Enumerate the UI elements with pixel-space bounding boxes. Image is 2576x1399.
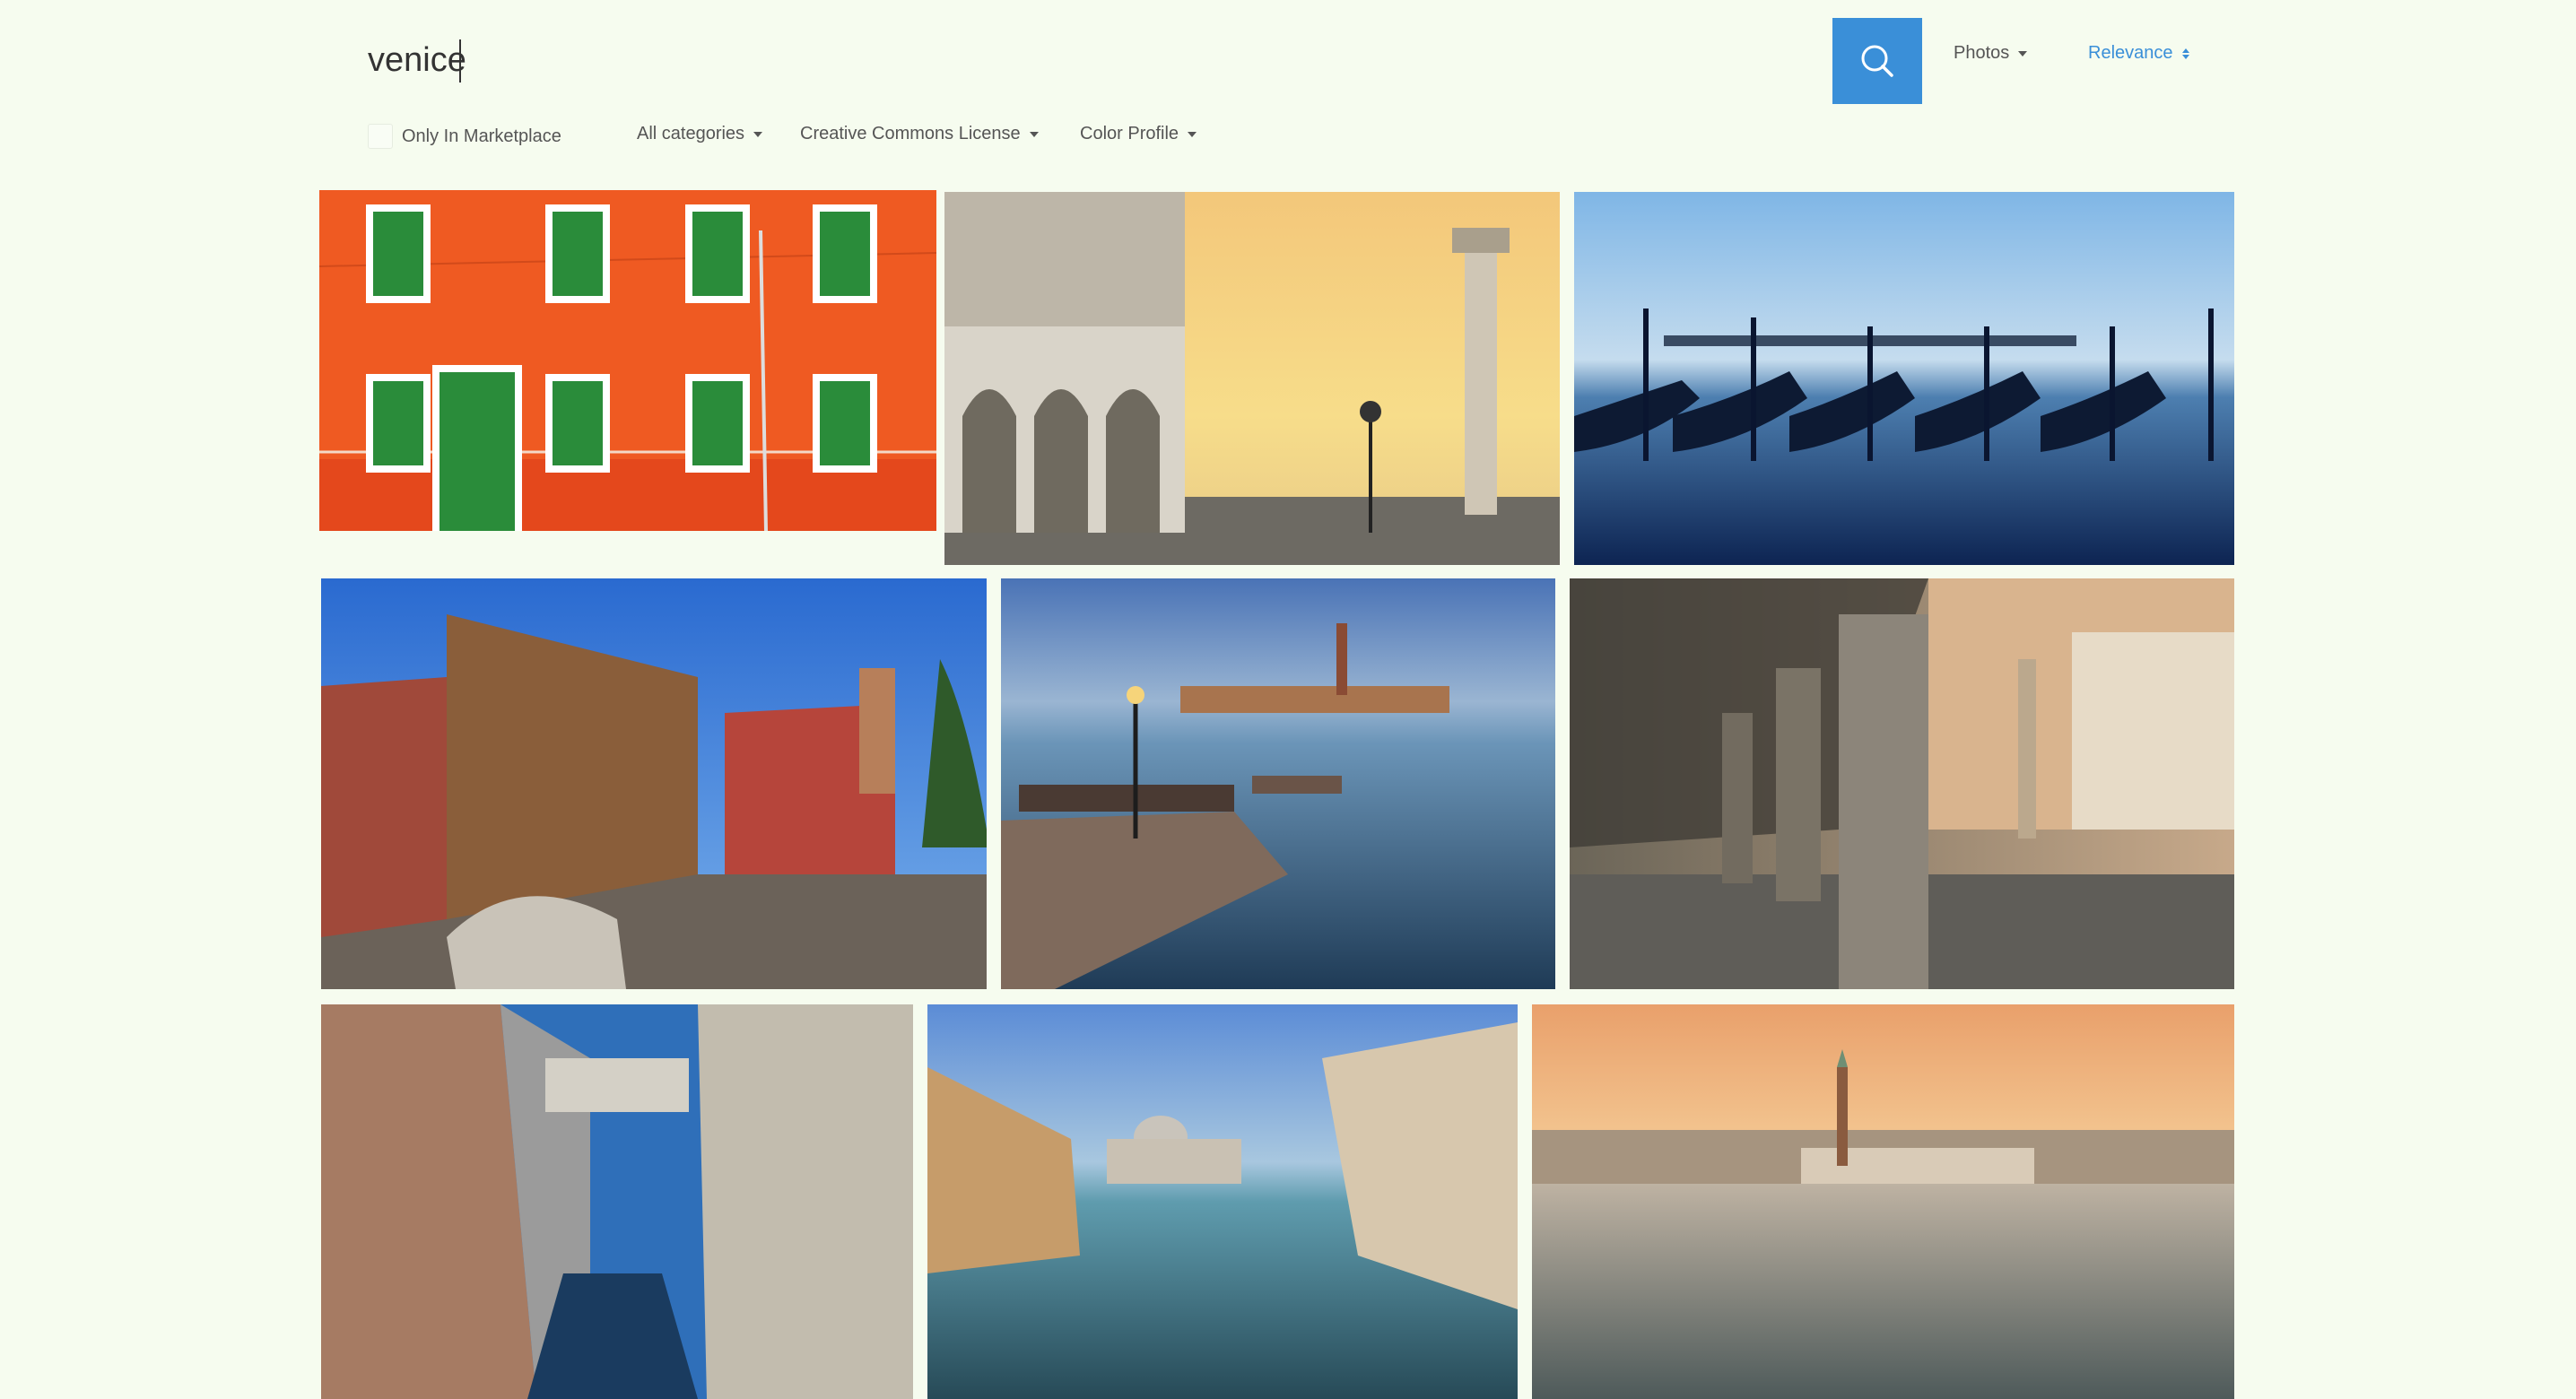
search-bar: Photos Relevance xyxy=(314,16,2197,106)
photo-canal-square[interactable] xyxy=(321,578,987,989)
text-caret xyxy=(459,39,461,83)
filter-bar: Only In Marketplace All categories Creat… xyxy=(368,120,1713,151)
chevron-down-icon xyxy=(1188,131,1197,137)
type-dropdown[interactable]: Photos xyxy=(1954,43,2028,64)
search-icon xyxy=(1861,45,1893,77)
categories-label: All categories xyxy=(637,124,745,143)
marketplace-label: Only In Marketplace xyxy=(402,126,561,146)
photo-grand-canal-salute[interactable] xyxy=(927,1004,1518,1399)
color-profile-label: Color Profile xyxy=(1080,124,1179,143)
photo-orange-building[interactable] xyxy=(319,190,936,531)
chevron-down-icon xyxy=(753,131,763,137)
sort-dropdown[interactable]: Relevance xyxy=(2088,43,2189,64)
photo-venice-skyline-sunset[interactable] xyxy=(1532,1004,2234,1399)
marketplace-filter[interactable]: Only In Marketplace xyxy=(368,124,561,149)
search-input[interactable] xyxy=(368,32,1623,88)
type-dropdown-label: Photos xyxy=(1954,43,2010,63)
photo-pier-san-giorgio[interactable] xyxy=(1001,578,1555,989)
search-button[interactable] xyxy=(1832,18,1922,104)
chevron-down-icon xyxy=(2018,50,2028,56)
color-profile-dropdown[interactable]: Color Profile xyxy=(1080,124,1197,144)
photo-doges-colonnade[interactable] xyxy=(1570,578,2234,989)
chevron-down-icon xyxy=(1029,131,1039,137)
photo-gondolas-dusk[interactable] xyxy=(1574,192,2234,565)
marketplace-checkbox[interactable] xyxy=(368,124,393,149)
license-label: Creative Commons License xyxy=(800,124,1021,143)
sort-arrows-icon xyxy=(2181,48,2189,59)
photo-doges-palace-sunrise[interactable] xyxy=(944,192,1560,565)
sort-dropdown-label: Relevance xyxy=(2088,43,2173,63)
photo-bridge-of-sighs[interactable] xyxy=(321,1004,913,1399)
license-dropdown[interactable]: Creative Commons License xyxy=(800,124,1039,144)
categories-dropdown[interactable]: All categories xyxy=(637,124,763,144)
